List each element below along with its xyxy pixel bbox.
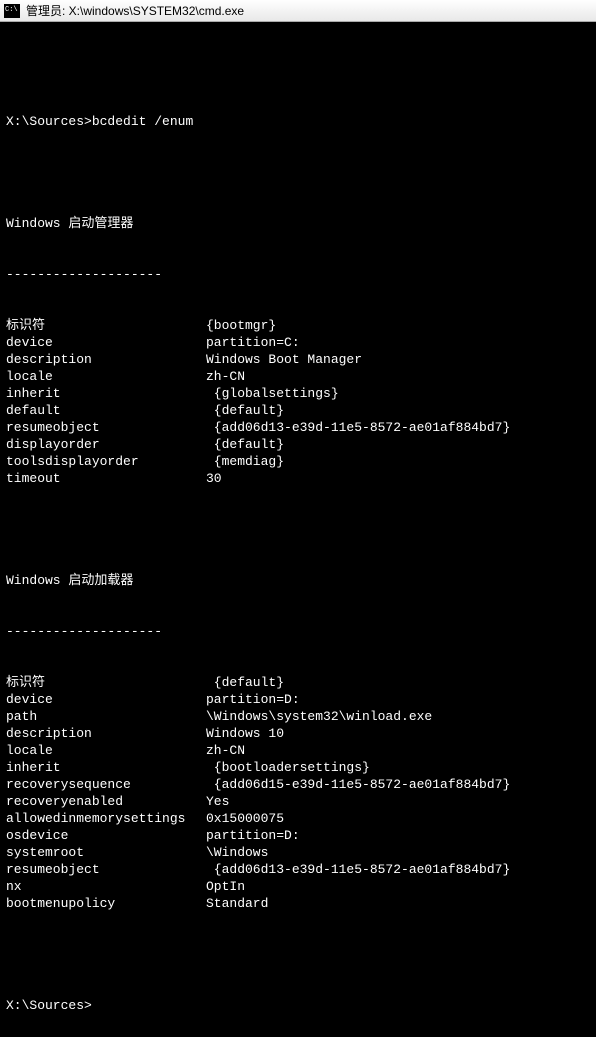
section-divider: --------------------: [6, 266, 590, 283]
config-key: path: [6, 708, 206, 725]
config-row: inherit {bootloadersettings}: [6, 759, 590, 776]
config-key: nx: [6, 878, 206, 895]
prompt-path: X:\Sources>: [6, 998, 92, 1013]
config-row: descriptionWindows Boot Manager: [6, 351, 590, 368]
config-key: locale: [6, 368, 206, 385]
section-heading: Windows 启动加载器: [6, 572, 590, 589]
config-key: resumeobject: [6, 419, 206, 436]
config-row: localezh-CN: [6, 368, 590, 385]
window-titlebar[interactable]: 管理员: X:\windows\SYSTEM32\cmd.exe: [0, 0, 596, 22]
config-key: description: [6, 725, 206, 742]
config-key: systemroot: [6, 844, 206, 861]
config-value: \Windows: [206, 844, 590, 861]
config-value: {add06d13-e39d-11e5-8572-ae01af884bd7}: [206, 419, 590, 436]
blank-line: [6, 946, 590, 963]
config-key: device: [6, 334, 206, 351]
config-value: {default}: [206, 436, 590, 453]
config-value: {default}: [206, 674, 590, 691]
command-text: bcdedit /enum: [92, 114, 193, 129]
config-value: {memdiag}: [206, 453, 590, 470]
config-key: allowedinmemorysettings: [6, 810, 206, 827]
config-value: {globalsettings}: [206, 385, 590, 402]
config-key: displayorder: [6, 436, 206, 453]
config-row: systemroot\Windows: [6, 844, 590, 861]
config-value: Standard: [206, 895, 590, 912]
config-row: resumeobject {add06d13-e39d-11e5-8572-ae…: [6, 419, 590, 436]
config-row: path\Windows\system32\winload.exe: [6, 708, 590, 725]
config-value: {add06d13-e39d-11e5-8572-ae01af884bd7}: [206, 861, 590, 878]
cmd-icon: [4, 4, 20, 18]
config-value: Windows 10: [206, 725, 590, 742]
section-heading: Windows 启动管理器: [6, 215, 590, 232]
config-key: osdevice: [6, 827, 206, 844]
config-row: devicepartition=C:: [6, 334, 590, 351]
config-key: 标识符: [6, 674, 206, 691]
config-value: partition=C:: [206, 334, 590, 351]
config-row: toolsdisplayorder {memdiag}: [6, 453, 590, 470]
config-value: \Windows\system32\winload.exe: [206, 708, 590, 725]
blank-line: [6, 521, 590, 538]
config-row: inherit {globalsettings}: [6, 385, 590, 402]
config-row: 标识符 {default}: [6, 674, 590, 691]
config-row: devicepartition=D:: [6, 691, 590, 708]
blank-line: [6, 62, 590, 79]
section-divider: --------------------: [6, 623, 590, 640]
config-key: description: [6, 351, 206, 368]
config-value: zh-CN: [206, 742, 590, 759]
config-value: Windows Boot Manager: [206, 351, 590, 368]
config-value: 0x15000075: [206, 810, 590, 827]
config-row: default {default}: [6, 402, 590, 419]
config-row: descriptionWindows 10: [6, 725, 590, 742]
config-value: {bootloadersettings}: [206, 759, 590, 776]
config-value: Yes: [206, 793, 590, 810]
config-value: partition=D:: [206, 691, 590, 708]
config-key: inherit: [6, 385, 206, 402]
prompt-line: X:\Sources>: [6, 997, 590, 1014]
config-row: recoverysequence {add06d15-e39d-11e5-857…: [6, 776, 590, 793]
config-key: toolsdisplayorder: [6, 453, 206, 470]
config-row: allowedinmemorysettings0x15000075: [6, 810, 590, 827]
config-value: {bootmgr}: [206, 317, 590, 334]
config-key: recoverysequence: [6, 776, 206, 793]
config-key: recoveryenabled: [6, 793, 206, 810]
config-row: bootmenupolicyStandard: [6, 895, 590, 912]
config-row: nxOptIn: [6, 878, 590, 895]
config-key: default: [6, 402, 206, 419]
config-key: device: [6, 691, 206, 708]
config-value: zh-CN: [206, 368, 590, 385]
config-value: {add06d15-e39d-11e5-8572-ae01af884bd7}: [206, 776, 590, 793]
window-title: 管理员: X:\windows\SYSTEM32\cmd.exe: [26, 2, 244, 19]
config-value: OptIn: [206, 878, 590, 895]
config-key: 标识符: [6, 317, 206, 334]
config-value: partition=D:: [206, 827, 590, 844]
config-row: resumeobject {add06d13-e39d-11e5-8572-ae…: [6, 861, 590, 878]
config-key: bootmenupolicy: [6, 895, 206, 912]
config-key: inherit: [6, 759, 206, 776]
config-key: locale: [6, 742, 206, 759]
config-key: resumeobject: [6, 861, 206, 878]
config-row: displayorder {default}: [6, 436, 590, 453]
prompt-line: X:\Sources>bcdedit /enum: [6, 113, 590, 130]
config-key: timeout: [6, 470, 206, 487]
config-row: timeout30: [6, 470, 590, 487]
blank-line: [6, 164, 590, 181]
config-row: recoveryenabledYes: [6, 793, 590, 810]
config-value: {default}: [206, 402, 590, 419]
config-row: 标识符{bootmgr}: [6, 317, 590, 334]
config-row: osdevicepartition=D:: [6, 827, 590, 844]
prompt-path: X:\Sources>: [6, 114, 92, 129]
terminal-output[interactable]: X:\Sources>bcdedit /enum Windows 启动管理器 -…: [0, 22, 596, 1037]
config-value: 30: [206, 470, 590, 487]
config-row: localezh-CN: [6, 742, 590, 759]
